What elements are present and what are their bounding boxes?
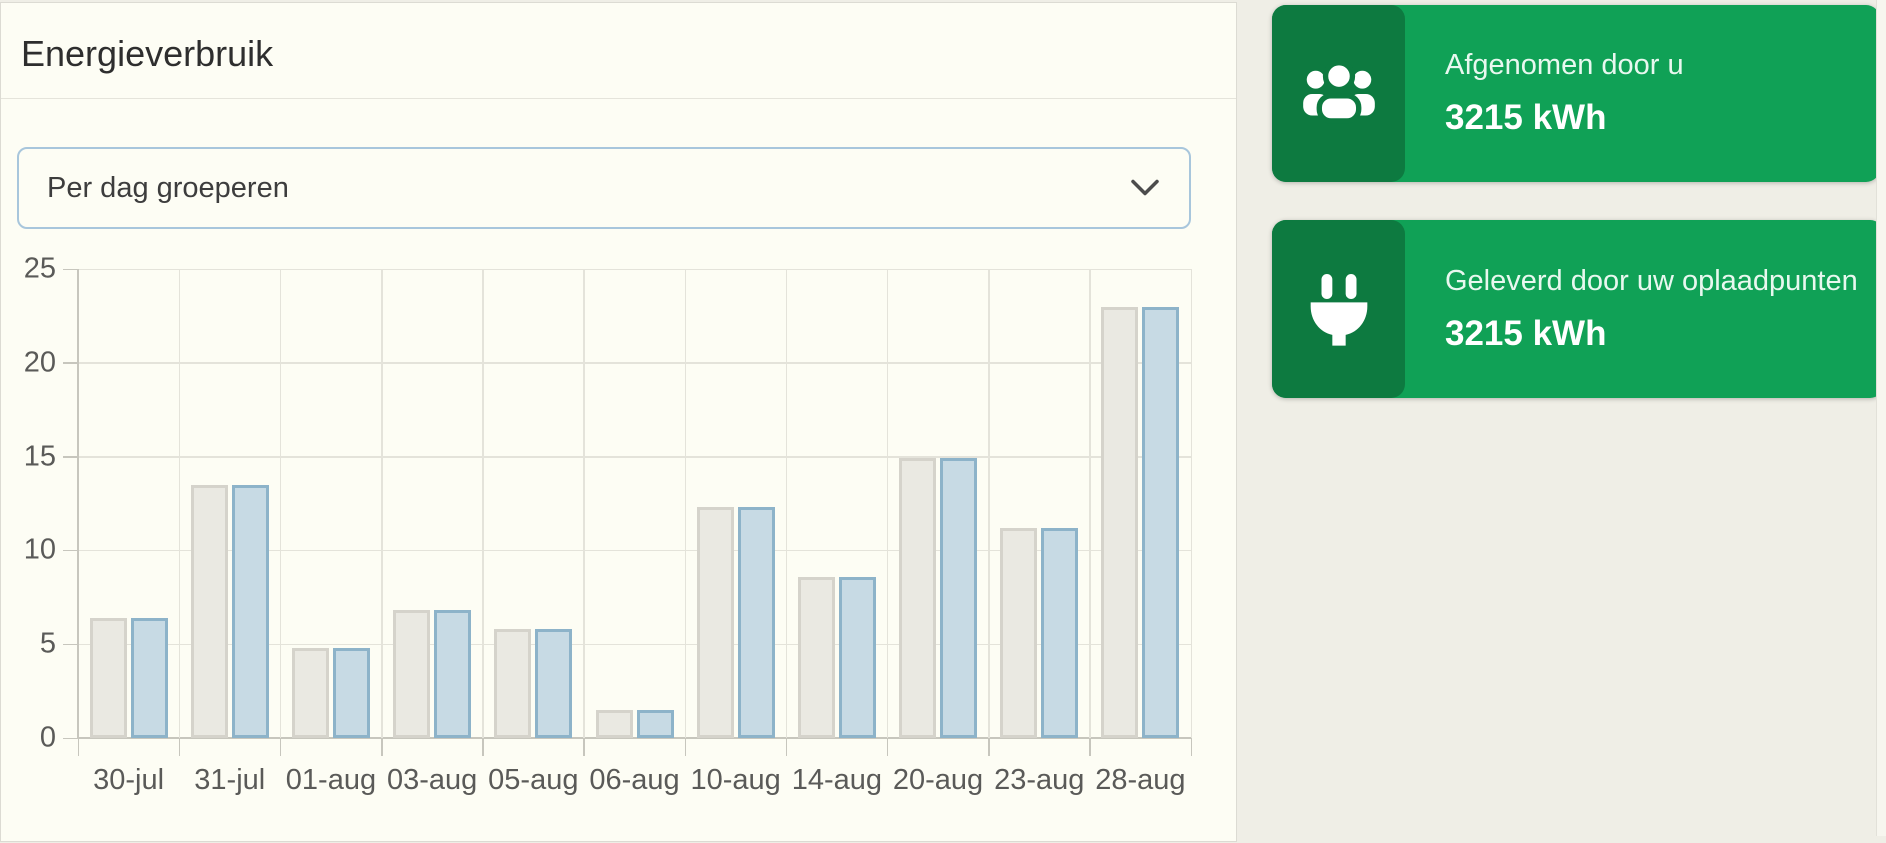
gridline — [583, 269, 585, 738]
x-axis-label: 31-jul — [194, 764, 265, 797]
users-icon — [1296, 51, 1382, 137]
gridline — [381, 269, 383, 738]
x-axis-tick — [1089, 738, 1091, 756]
x-axis-tick — [482, 738, 484, 756]
y-axis-label: 15 — [1, 440, 56, 473]
y-axis-label: 5 — [1, 628, 56, 661]
bar-gray[interactable] — [292, 648, 329, 738]
bar-blue[interactable] — [839, 577, 876, 738]
bar-chart: 0 5 10 15 20 25 30-jul 31-jul 01-aug 03-aug 05-aug… — [1, 3, 1238, 843]
scrollbar[interactable] — [1876, 0, 1886, 836]
bar-gray[interactable] — [494, 629, 531, 738]
y-axis-tick — [63, 644, 78, 646]
card-consumed-by-you: Afgenomen door u 3215 kWh — [1272, 5, 1880, 182]
x-axis-tick — [381, 738, 383, 756]
gridline — [482, 269, 484, 738]
bar-blue[interactable] — [535, 629, 572, 738]
bar-gray[interactable] — [899, 458, 936, 738]
bar-gray[interactable] — [90, 618, 127, 738]
bar-gray[interactable] — [393, 610, 430, 738]
y-axis-label: 25 — [1, 253, 56, 286]
bar-blue[interactable] — [1142, 307, 1179, 738]
x-axis-tick — [685, 738, 687, 756]
x-axis-label: 23-aug — [994, 764, 1084, 797]
x-axis-label: 05-aug — [488, 764, 578, 797]
gridline — [786, 269, 788, 738]
gridline — [1191, 269, 1193, 738]
energy-usage-panel: Energieverbruik Per dag groeperen 051015… — [0, 2, 1237, 842]
x-axis-tick — [786, 738, 788, 756]
bar-gray[interactable] — [191, 485, 228, 738]
bar-blue[interactable] — [434, 610, 471, 738]
gridline — [280, 269, 282, 738]
y-axis-label: 10 — [1, 534, 56, 567]
card-label: Afgenomen door u — [1445, 49, 1684, 82]
bar-blue[interactable] — [131, 618, 168, 738]
x-axis-tick — [1191, 738, 1193, 756]
bar-blue[interactable] — [1041, 528, 1078, 738]
x-axis-label: 20-aug — [893, 764, 983, 797]
gridline — [887, 269, 889, 738]
x-axis-tick — [988, 738, 990, 756]
bar-blue[interactable] — [738, 507, 775, 738]
bar-blue[interactable] — [333, 648, 370, 738]
bar-gray[interactable] — [1000, 528, 1037, 738]
y-axis-tick — [63, 269, 78, 271]
y-axis-tick — [63, 362, 78, 364]
gridline — [179, 269, 181, 738]
x-axis-tick — [78, 738, 80, 756]
x-axis-tick — [179, 738, 181, 756]
gridline — [78, 362, 1191, 364]
x-axis-tick — [887, 738, 889, 756]
bar-gray[interactable] — [697, 507, 734, 738]
x-axis-label: 28-aug — [1095, 764, 1185, 797]
x-axis-label: 01-aug — [286, 764, 376, 797]
y-axis-label: 20 — [1, 346, 56, 379]
gridline — [685, 269, 687, 738]
card-value: 3215 kWh — [1445, 314, 1858, 354]
x-axis-label: 30-jul — [93, 764, 164, 797]
x-axis-label: 03-aug — [387, 764, 477, 797]
bar-blue[interactable] — [232, 485, 269, 738]
bar-gray[interactable] — [596, 710, 633, 738]
card-text: Geleverd door uw oplaadpunten 3215 kWh — [1405, 220, 1858, 398]
x-axis-tick — [583, 738, 585, 756]
card-delivered-by-charge-points: Geleverd door uw oplaadpunten 3215 kWh — [1272, 220, 1884, 398]
y-axis-line — [77, 269, 79, 738]
card-icon-block — [1272, 220, 1405, 398]
card-value: 3215 kWh — [1445, 98, 1684, 138]
y-axis-tick — [63, 456, 78, 458]
bar-gray[interactable] — [1101, 307, 1138, 738]
y-axis-tick — [63, 738, 78, 740]
plug-icon — [1299, 269, 1379, 349]
x-axis-label: 14-aug — [792, 764, 882, 797]
y-axis-label: 0 — [1, 722, 56, 755]
gridline — [988, 269, 990, 738]
card-text: Afgenomen door u 3215 kWh — [1405, 5, 1684, 182]
gridline — [78, 269, 1191, 271]
card-label: Geleverd door uw oplaadpunten — [1445, 265, 1858, 298]
x-axis-label: 06-aug — [589, 764, 679, 797]
gridline — [1089, 269, 1091, 738]
bar-blue[interactable] — [637, 710, 674, 738]
y-axis-tick — [63, 550, 78, 552]
x-axis-tick — [280, 738, 282, 756]
bar-gray[interactable] — [798, 577, 835, 738]
gridline — [78, 456, 1191, 458]
bar-blue[interactable] — [940, 458, 977, 738]
x-axis-label: 10-aug — [691, 764, 781, 797]
card-icon-block — [1272, 5, 1405, 182]
